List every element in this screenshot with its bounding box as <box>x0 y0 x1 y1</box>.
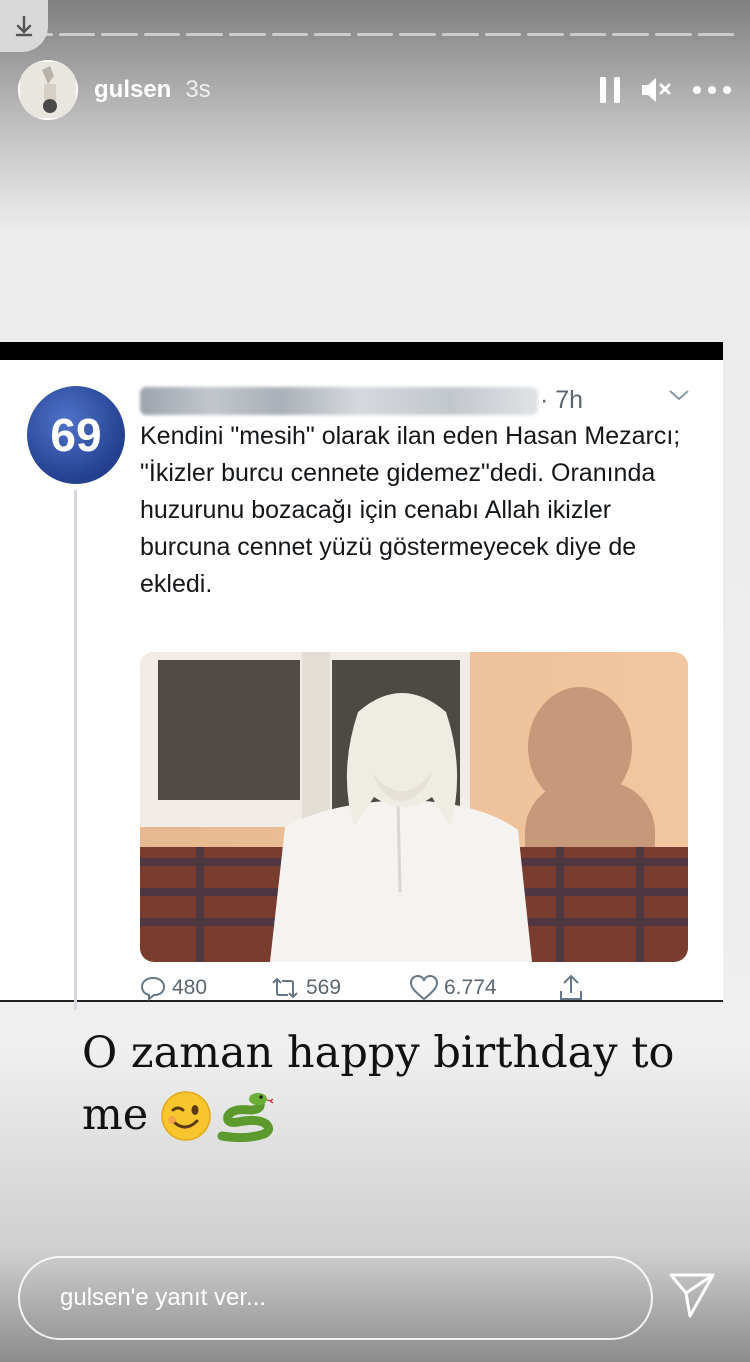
progress-segment <box>441 33 479 36</box>
progress-segment <box>527 33 564 36</box>
tweet-avatar: 69 <box>27 386 125 484</box>
progress-segment <box>654 33 692 36</box>
pause-icon[interactable] <box>598 75 622 105</box>
tweet-photo <box>140 652 688 962</box>
share-action[interactable] <box>558 974 584 1002</box>
retweet-action[interactable]: 569 <box>270 976 410 1000</box>
reply-action[interactable]: 480 <box>140 975 270 1001</box>
like-action[interactable]: 6.774 <box>410 975 558 1001</box>
progress-segment <box>186 33 223 36</box>
heart-icon <box>410 975 438 1001</box>
story-time: 3s <box>185 76 211 103</box>
progress-segment <box>58 33 96 36</box>
avatar[interactable] <box>18 60 78 120</box>
tweet-time: · 7h <box>540 386 584 414</box>
retweet-count: 569 <box>306 976 342 999</box>
more-options-icon[interactable] <box>692 85 732 95</box>
reply-placeholder: gulsen'e yanıt ver... <box>60 1284 267 1311</box>
winking-face-icon <box>161 1091 211 1141</box>
story-username[interactable]: gulsen <box>94 76 171 104</box>
like-count: 6.774 <box>444 976 497 999</box>
retweet-icon <box>272 977 298 999</box>
snake-icon <box>217 1093 274 1142</box>
profile-photo <box>20 62 76 118</box>
progress-segment <box>569 33 607 36</box>
progress-segment <box>271 33 309 36</box>
share-icon <box>560 974 582 1000</box>
tweet-avatar-text: 69 <box>50 409 102 461</box>
chevron-down-icon <box>669 390 689 401</box>
progress-segment <box>314 33 351 36</box>
comment-icon <box>140 976 166 1001</box>
tweet-text: Kendini "mesih" olarak ilan eden Hasan M… <box>140 422 681 598</box>
download-arrow-icon <box>15 15 33 37</box>
progress-segment <box>101 33 138 36</box>
tweet-actions: 480 569 6.774 <box>140 970 610 1006</box>
progress-segment <box>228 33 266 36</box>
download-button[interactable] <box>0 0 48 52</box>
progress-segment <box>612 33 649 36</box>
caption-emojis <box>160 1090 274 1142</box>
story-header: gulsen 3s <box>18 58 732 122</box>
progress-segment <box>356 33 394 36</box>
reply-count: 480 <box>172 976 208 999</box>
mute-icon[interactable] <box>640 75 674 105</box>
thread-line <box>74 490 77 1010</box>
reply-input[interactable]: gulsen'e yanıt ver... <box>18 1256 653 1340</box>
send-icon[interactable] <box>668 1270 716 1318</box>
story-progress <box>16 33 735 36</box>
blurred-account-name <box>140 387 538 415</box>
tweet-screenshot: 69 · 7h Kendini "mesih" olarak ilan eden… <box>0 342 723 1010</box>
progress-segment <box>399 33 436 36</box>
progress-segment <box>697 33 735 36</box>
progress-segment <box>143 33 181 36</box>
progress-segment <box>484 33 522 36</box>
